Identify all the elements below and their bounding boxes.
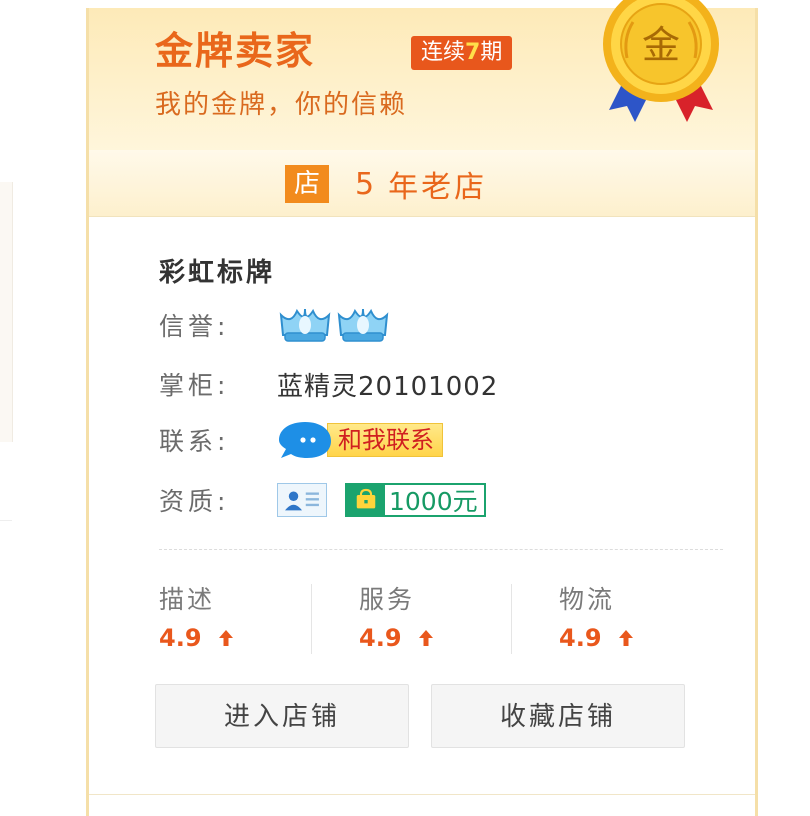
shop-name[interactable]: 彩虹标牌	[159, 252, 275, 289]
id-verified-icon[interactable]	[277, 483, 327, 517]
rating-score: 4.9	[359, 624, 559, 652]
shop-badge-icon: 店	[285, 165, 329, 203]
gold-medal-icon: 金	[603, 0, 719, 122]
adjacent-panel-edge	[0, 182, 13, 442]
shop-age-band: 店 5 年老店	[89, 150, 755, 217]
contact-me-label: 和我联系	[327, 423, 443, 457]
favorite-shop-button[interactable]: 收藏店铺	[431, 684, 685, 748]
rating-logistics[interactable]: 物流 4.9	[559, 580, 759, 660]
gold-seller-banner: 金牌卖家 连续7期 我的金牌，你的信赖 金	[89, 0, 755, 154]
card-bottom-divider	[89, 794, 755, 795]
shopping-bag-icon	[347, 485, 385, 515]
rating-score: 4.9	[159, 624, 359, 652]
reputation-row: 信誉:	[159, 305, 393, 345]
chat-bubble-icon	[279, 422, 331, 458]
deposit-amount: 1000元	[389, 487, 478, 516]
qualification-label: 资质:	[159, 487, 230, 516]
rating-name: 服务	[359, 585, 416, 614]
enter-shop-button[interactable]: 进入店铺	[155, 684, 409, 748]
streak-badge: 连续7期	[411, 36, 513, 70]
reputation-label: 信誉:	[159, 312, 230, 341]
rating-name: 描述	[159, 585, 216, 614]
adjacent-divider	[0, 520, 12, 521]
contact-row: 联系: 和我联系	[159, 420, 443, 460]
owner-name[interactable]: 蓝精灵20101002	[277, 366, 498, 403]
shop-age-years: 5	[355, 166, 375, 202]
rating-description[interactable]: 描述 4.9	[159, 580, 359, 660]
gold-seller-title: 金牌卖家	[155, 29, 316, 73]
contact-me-button[interactable]: 和我联系	[277, 422, 443, 458]
arrow-up-icon	[618, 630, 633, 646]
rating-name: 物流	[559, 585, 616, 614]
streak-number: 7	[465, 40, 481, 65]
arrow-up-icon	[418, 630, 433, 646]
rating-separator	[511, 584, 512, 654]
rating-service[interactable]: 服务 4.9	[359, 580, 559, 660]
contact-label: 联系:	[159, 427, 230, 456]
blue-crown-icon[interactable]	[277, 305, 333, 345]
shop-age-text: 年老店	[388, 170, 488, 205]
shop-ratings: 描述 4.9 服务 4.9 物流 4.9	[159, 580, 759, 660]
section-divider	[159, 549, 723, 550]
deposit-badge[interactable]: 1000元	[345, 483, 486, 517]
rating-score: 4.9	[559, 624, 759, 652]
medal-char: 金	[642, 23, 680, 67]
owner-row: 掌柜: 蓝精灵20101002	[159, 364, 498, 404]
seller-info-card: 金牌卖家 连续7期 我的金牌，你的信赖 金 店 5 年老店 彩虹标牌 信誉: 掌…	[86, 0, 759, 816]
rating-separator	[311, 584, 312, 654]
qualification-row: 资质: 1000元	[159, 480, 486, 520]
blue-crown-icon[interactable]	[335, 305, 391, 345]
owner-label: 掌柜:	[159, 371, 230, 400]
gold-seller-slogan: 我的金牌，你的信赖	[155, 90, 408, 120]
shop-age: 店 5 年老店	[285, 164, 488, 205]
arrow-up-icon	[218, 630, 233, 646]
